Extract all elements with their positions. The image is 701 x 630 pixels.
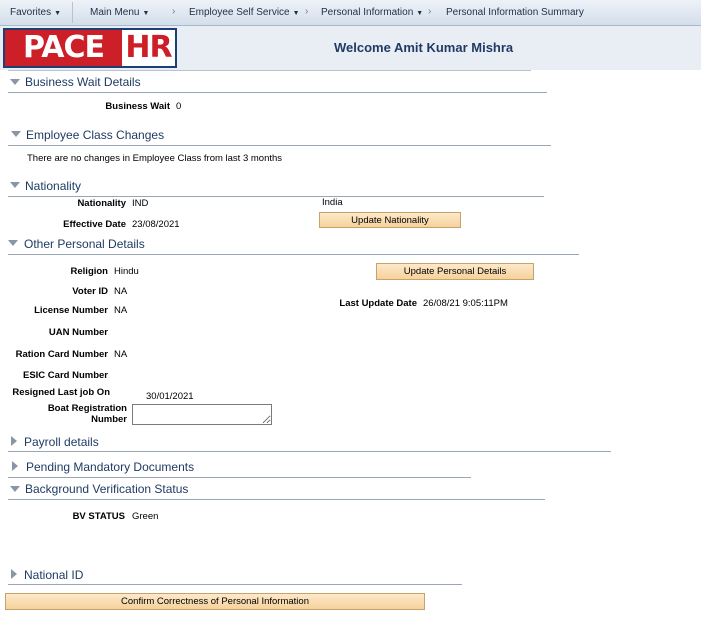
expand-triangle-icon[interactable] — [12, 461, 18, 471]
logo-hr-text: HR — [125, 30, 172, 65]
chevron-down-icon: ▼ — [142, 10, 150, 17]
nav-employee-self-service[interactable]: Employee Self Service ▼ — [189, 7, 300, 18]
nationality-label: Nationality — [77, 198, 126, 209]
effective-date-label: Effective Date — [63, 219, 126, 230]
section-divider — [8, 477, 471, 478]
expand-triangle-icon[interactable] — [11, 436, 17, 446]
business-wait-value: 0 — [176, 101, 182, 112]
section-divider — [8, 254, 579, 255]
resigned-last-job-value: 30/01/2021 — [146, 391, 194, 402]
nav-ess-label: Employee Self Service — [189, 7, 290, 18]
collapse-triangle-icon[interactable] — [8, 240, 18, 246]
expand-triangle-icon[interactable] — [11, 569, 17, 579]
bv-status-value: Green — [132, 511, 159, 522]
nav-divider — [72, 2, 73, 23]
collapse-triangle-icon[interactable] — [10, 79, 20, 85]
esic-card-label: ESIC Card Number — [23, 370, 108, 381]
boat-registration-label: Boat Registration — [47, 403, 127, 414]
boat-registration-label-2: Number — [91, 414, 127, 425]
business-wait-label: Business Wait — [105, 101, 170, 112]
section-divider — [8, 196, 544, 197]
chevron-down-icon: ▼ — [292, 10, 300, 17]
breadcrumb-separator-icon: › — [428, 6, 432, 17]
last-update-date-value: 26/08/21 9:05:11PM — [423, 298, 508, 309]
uan-number-label: UAN Number — [48, 327, 108, 338]
boat-registration-input[interactable] — [132, 404, 272, 425]
section-divider — [8, 584, 462, 585]
logo-pace-text: PACE — [5, 30, 122, 66]
section-title-business-wait[interactable]: Business Wait Details — [25, 75, 141, 89]
nav-main-menu[interactable]: Main Menu ▼ — [90, 7, 149, 18]
religion-value: Hindu — [114, 266, 139, 277]
nav-personal-information[interactable]: Personal Information ▼ — [321, 7, 423, 18]
nav-favorites-label: Favorites — [10, 7, 52, 18]
nav-favorites-menu[interactable]: Favorites ▼ — [10, 7, 61, 18]
update-nationality-button[interactable]: Update Nationality — [319, 212, 461, 228]
ration-card-label: Ration Card Number — [15, 349, 108, 360]
section-title-nationality[interactable]: Nationality — [25, 179, 81, 193]
voter-id-value: NA — [114, 286, 128, 297]
bv-status-label: BV STATUS — [72, 511, 125, 522]
confirm-correctness-button[interactable]: Confirm Correctness of Personal Informat… — [5, 593, 425, 610]
license-number-label: License Number — [34, 305, 108, 316]
employee-class-message: There are no changes in Employee Class f… — [27, 153, 283, 164]
section-divider — [8, 92, 547, 93]
section-divider — [8, 499, 545, 500]
breadcrumb-separator-icon: › — [172, 6, 176, 17]
collapse-triangle-icon[interactable] — [11, 131, 21, 137]
nav-personal-information-summary[interactable]: Personal Information Summary — [446, 7, 584, 18]
section-divider — [8, 451, 611, 452]
license-number-value: NA — [114, 305, 128, 316]
nav-personal-info-label: Personal Information — [321, 7, 414, 18]
header-divider — [8, 70, 531, 71]
ration-card-value: NA — [114, 349, 128, 360]
breadcrumb-separator-icon: › — [305, 6, 309, 17]
section-title-payroll[interactable]: Payroll details — [24, 435, 99, 449]
section-divider — [8, 145, 551, 146]
effective-date-value: 23/08/2021 — [132, 219, 180, 230]
nationality-name: India — [322, 197, 343, 208]
nav-main-menu-label: Main Menu — [90, 7, 140, 18]
welcome-message: Welcome Amit Kumar Mishra — [334, 40, 514, 55]
collapse-triangle-icon[interactable] — [10, 182, 20, 188]
nationality-code: IND — [132, 198, 149, 209]
update-personal-details-button[interactable]: Update Personal Details — [376, 263, 534, 280]
religion-label: Religion — [70, 266, 108, 277]
chevron-down-icon: ▼ — [54, 10, 62, 17]
section-title-national-id[interactable]: National ID — [24, 568, 83, 582]
last-update-date-label: Last Update Date — [339, 298, 417, 309]
section-title-employee-class[interactable]: Employee Class Changes — [26, 128, 164, 142]
collapse-triangle-icon[interactable] — [10, 486, 20, 492]
pacehr-logo: PACE HR — [3, 28, 177, 68]
voter-id-label: Voter ID — [72, 286, 108, 297]
section-title-other-personal[interactable]: Other Personal Details — [24, 237, 145, 251]
chevron-down-icon: ▼ — [416, 10, 424, 17]
top-nav-bar: Favorites ▼ Main Menu ▼ › Employee Self Se… — [0, 0, 701, 26]
section-title-pending-docs[interactable]: Pending Mandatory Documents — [26, 460, 194, 474]
resigned-last-job-label: Resigned Last job On — [12, 387, 110, 398]
section-title-bgv[interactable]: Background Verification Status — [25, 482, 188, 496]
